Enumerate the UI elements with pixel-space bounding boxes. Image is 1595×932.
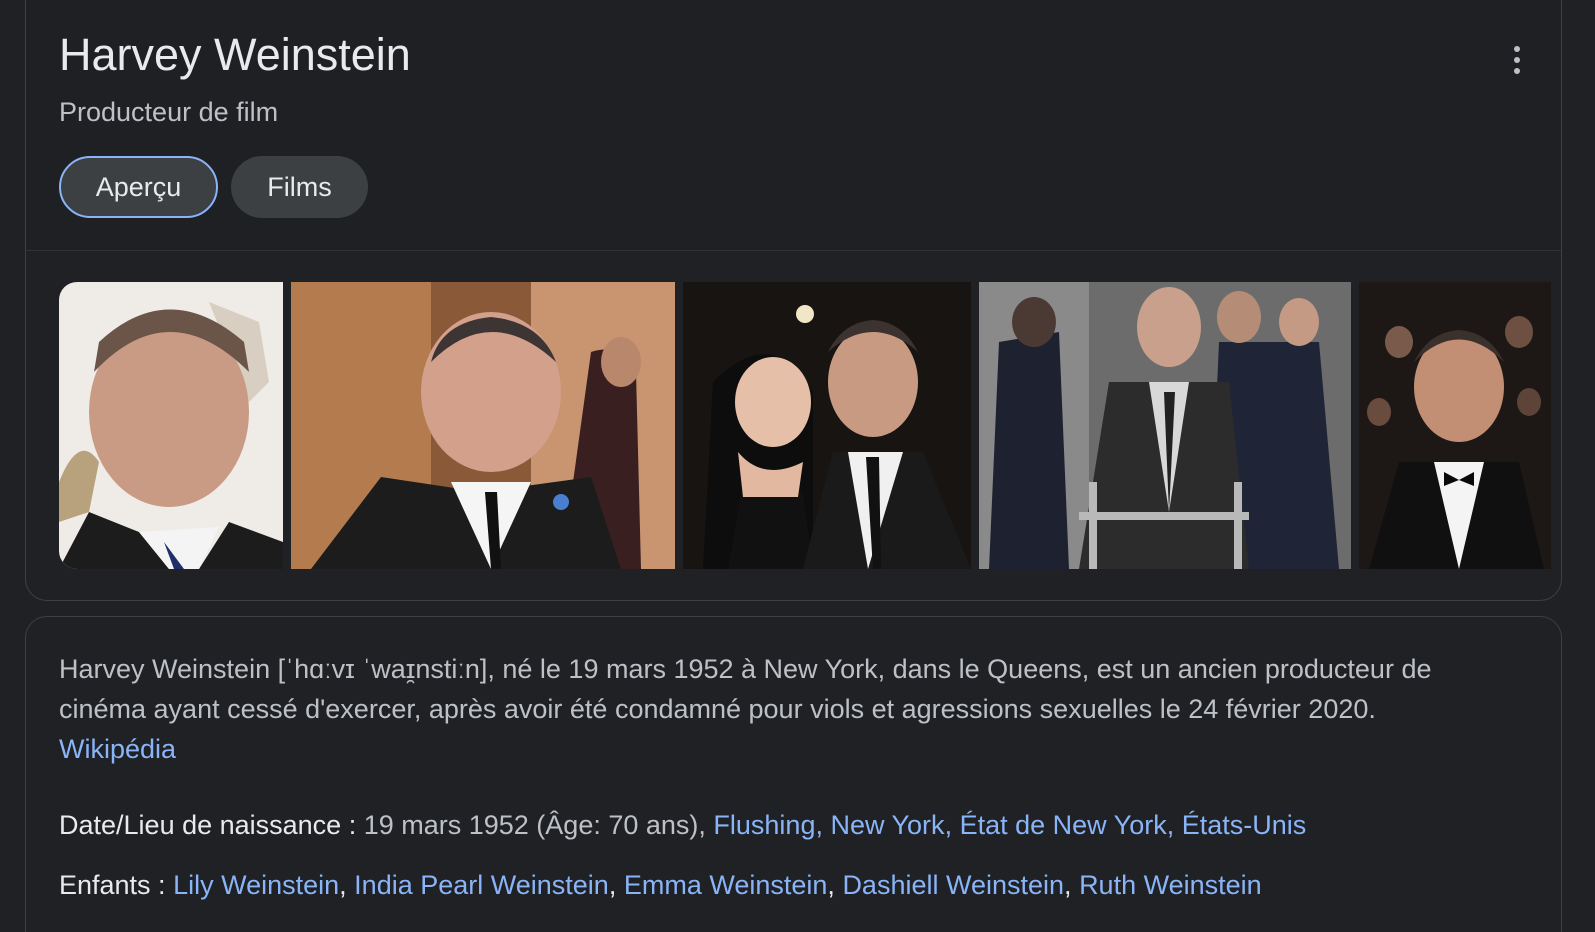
separator: ,	[608, 870, 624, 900]
photo-thumbnail-2[interactable]	[291, 282, 675, 569]
panel-header-card: Harvey Weinstein Producteur de film Aper…	[25, 0, 1562, 601]
separator: ,	[827, 870, 843, 900]
link-child-5[interactable]: Ruth Weinstein	[1079, 870, 1262, 900]
photo-thumbnail-1[interactable]	[59, 282, 283, 569]
fact-children-label: Enfants :	[59, 870, 174, 900]
dot	[1514, 68, 1520, 74]
wikipedia-link[interactable]: Wikipédia	[59, 734, 176, 764]
link-etat-new-york[interactable]: État de New York	[960, 810, 1167, 840]
link-etats-unis[interactable]: États-Unis	[1182, 810, 1307, 840]
tab-apercu[interactable]: Aperçu	[59, 156, 218, 218]
dot	[1514, 46, 1520, 52]
knowledge-panel: Harvey Weinstein Producteur de film Aper…	[0, 0, 1595, 932]
link-flushing[interactable]: Flushing	[713, 810, 815, 840]
tab-films[interactable]: Films	[231, 156, 368, 218]
link-child-4[interactable]: Dashiell Weinstein	[842, 870, 1064, 900]
fact-birth: Date/Lieu de naissance : 19 mars 1952 (Â…	[59, 805, 1306, 845]
photo-thumbnail-5[interactable]	[1359, 282, 1551, 569]
fact-birth-value: 19 mars 1952 (Âge: 70 ans),	[363, 810, 714, 840]
link-child-2[interactable]: India Pearl Weinstein	[354, 870, 609, 900]
separator: ,	[339, 870, 355, 900]
link-child-1[interactable]: Lily Weinstein	[173, 870, 339, 900]
separator: ,	[815, 810, 831, 840]
description-text: Harvey Weinstein [ˈhɑːvɪ ˈwaɪ̯nstiːn], n…	[59, 654, 1432, 724]
link-new-york[interactable]: New York	[830, 810, 944, 840]
page-title: Harvey Weinstein	[59, 29, 411, 80]
page-subtitle: Producteur de film	[59, 97, 279, 127]
image-carousel	[59, 282, 1556, 569]
fact-birth-label: Date/Lieu de naissance :	[59, 810, 364, 840]
separator: ,	[1064, 870, 1080, 900]
fact-children: Enfants : Lily Weinstein, India Pearl We…	[59, 865, 1262, 905]
more-vert-icon[interactable]	[1502, 42, 1532, 78]
description-card: Harvey Weinstein [ˈhɑːvɪ ˈwaɪ̯nstiːn], n…	[25, 616, 1562, 932]
separator: ,	[1166, 810, 1182, 840]
panel-header: Harvey Weinstein Producteur de film Aper…	[26, 0, 1561, 251]
dot	[1514, 57, 1520, 63]
separator: ,	[944, 810, 960, 840]
photo-thumbnail-4[interactable]	[979, 282, 1351, 569]
description: Harvey Weinstein [ˈhɑːvɪ ˈwaɪ̯nstiːn], n…	[59, 649, 1509, 769]
link-child-3[interactable]: Emma Weinstein	[624, 870, 828, 900]
photo-thumbnail-3[interactable]	[683, 282, 971, 569]
